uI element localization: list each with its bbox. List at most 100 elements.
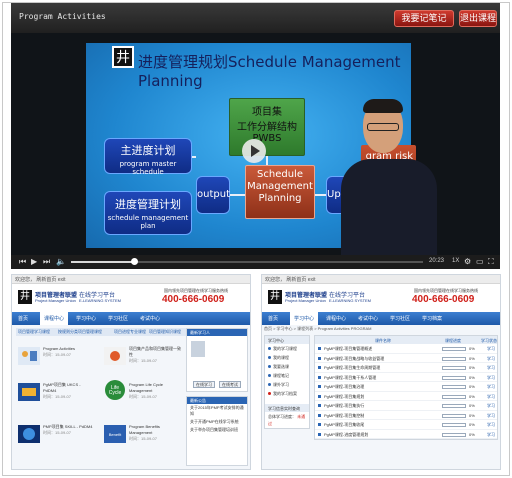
table-row[interactable]: PgMP课程-项目集干系人管理 0% 学习	[315, 373, 497, 382]
video-area[interactable]: 井 进度管理规划Schedule Management Planning 项目集…	[11, 33, 500, 255]
lesson-name[interactable]: PgMP课程-项目集治理	[324, 384, 364, 390]
notice-item[interactable]: 关于2015年PMP考试安排的通知	[187, 404, 247, 418]
nav-learning-center[interactable]: 学习中心	[290, 312, 319, 325]
svg-text:Cycle: Cycle	[109, 390, 122, 396]
panel-item[interactable]: 我要选课	[265, 362, 309, 371]
lesson-study-link[interactable]: 学习	[487, 432, 495, 438]
course-thumbnail[interactable]: Benefit	[104, 425, 126, 443]
lesson-percent: 0%	[469, 393, 475, 399]
lesson-name[interactable]: PgMP课程-项目集战略与收益管理	[324, 356, 384, 362]
nav-archive[interactable]: 学习档案	[422, 315, 442, 322]
table-row[interactable]: PgMP课程-项目集规划 0% 学习	[315, 392, 497, 401]
learning-center-screenshot: 欢迎您， 刷新首页 exit 井 项目管理者联盟 Project Manager…	[261, 274, 501, 470]
lesson-study-link[interactable]: 学习	[487, 413, 495, 419]
arrow-connector	[315, 194, 326, 196]
play-icon[interactable]	[242, 139, 266, 163]
online-exam-button[interactable]: 在线考试	[219, 381, 241, 388]
breadcrumb: 首页 > 学习中心 > 课程列表 > Program Activities PR…	[264, 326, 372, 331]
lesson-name[interactable]: PgMP课程-项目集干系人管理	[324, 375, 376, 381]
lesson-progress-bar	[442, 356, 466, 361]
nav-exam-center[interactable]: 考试中心	[140, 315, 160, 322]
panel-item[interactable]: 我的课程	[265, 353, 309, 362]
panel-item[interactable]: 课程笔记	[265, 371, 309, 380]
course-item[interactable]: Program Benefits Management 时间：15-09-07	[129, 424, 184, 442]
nav-community[interactable]: 学习社区	[108, 315, 128, 322]
course-item[interactable]: PMP项目集 SKILL - PdDM4 时间：15-09-07	[43, 424, 93, 436]
lesson-name[interactable]: PgMP课程-项目集控制	[324, 413, 364, 419]
picture-in-picture-icon[interactable]: ▭	[476, 258, 484, 266]
lesson-name[interactable]: PgMP课程-进度管理规划	[324, 432, 368, 438]
lesson-study-link[interactable]: 学习	[487, 375, 495, 381]
lesson-study-link[interactable]: 学习	[487, 403, 495, 409]
exit-course-button[interactable]: 退出课程	[459, 10, 497, 27]
table-row[interactable]: PgMP课程-项目集管理概述 0% 学习	[315, 344, 497, 354]
site-header: 井 项目管理者联盟 Project Manager Union 在线学习平台 E…	[262, 284, 500, 312]
nav-home[interactable]: 首页	[18, 315, 28, 322]
table-row[interactable]: PgMP课程-项目集收尾 0% 学习	[315, 420, 497, 430]
output-box: output	[196, 176, 230, 214]
lesson-name[interactable]: PgMP课程-项目集执行	[324, 403, 364, 409]
forward-icon[interactable]: ⏭	[43, 258, 50, 266]
lesson-study-link[interactable]: 学习	[487, 365, 495, 371]
table-row[interactable]: PgMP课程-项目集执行 0% 学习	[315, 401, 497, 411]
lesson-study-link[interactable]: 学习	[487, 422, 495, 428]
tab-course-3[interactable]: 项目进程专业课程	[114, 329, 146, 335]
lesson-name[interactable]: PgMP课程-项目集收尾	[324, 422, 364, 428]
tab-course-4[interactable]: 项目管理知识课程	[149, 329, 181, 335]
tab-course-2[interactable]: 按规则分类项目管理课程	[58, 329, 102, 335]
speed-display[interactable]: 1X	[452, 258, 459, 264]
tab-course-1[interactable]: 项目管理学习课程	[18, 329, 50, 335]
course-center-screenshot: 欢迎您， 刷新首页 exit 井 项目管理者联盟 Project Manager…	[11, 274, 251, 470]
take-notes-button[interactable]: 我要记笔记	[394, 10, 454, 27]
nav-home[interactable]: 首页	[268, 315, 278, 322]
slide-title: 进度管理规划Schedule Management Planning	[138, 53, 401, 90]
nav-learning-center[interactable]: 学习中心	[76, 315, 96, 322]
lesson-name[interactable]: PgMP课程-项目集规划	[324, 394, 364, 400]
lesson-study-link[interactable]: 学习	[487, 384, 495, 390]
progress-track[interactable]	[71, 258, 423, 265]
progress-handle[interactable]	[131, 258, 139, 265]
lesson-progress-bar	[442, 385, 466, 389]
nav-course-center[interactable]: 课程中心	[326, 315, 346, 322]
table-row[interactable]: PgMP课程-项目集战略与收益管理 0% 学习	[315, 354, 497, 363]
online-learning-button[interactable]: 在线学习	[193, 381, 215, 388]
course-item[interactable]: Program Activities 时间：15-09-07	[43, 346, 93, 358]
panel-item[interactable]: 课外学习	[265, 380, 309, 389]
course-item[interactable]: PgMP项目集 UKCS -PdDM4 时间：15-09-07	[43, 382, 93, 400]
course-thumbnail[interactable]	[104, 347, 126, 365]
lesson-icon	[318, 404, 321, 407]
table-row[interactable]: PgMP课程-项目集控制 0% 学习	[315, 411, 497, 420]
notice-item[interactable]: 关于举办项目集管理培训班	[187, 426, 247, 434]
nav-community[interactable]: 学习社区	[390, 315, 410, 322]
fullscreen-icon[interactable]: ⛶	[488, 258, 494, 266]
panel-item[interactable]: 我的学习课程	[265, 344, 309, 353]
nav-course-center[interactable]: 课程中心	[40, 312, 69, 325]
lesson-study-link[interactable]: 学习	[487, 346, 495, 352]
lesson-name[interactable]: PgMP课程-项目集生命周期管理	[324, 365, 380, 371]
lesson-name[interactable]: PgMP课程-项目集管理概述	[324, 346, 372, 352]
play-pause-icon[interactable]: ▶	[31, 258, 37, 266]
course-thumbnail[interactable]: LifeCycle	[104, 379, 126, 401]
table-row[interactable]: PgMP课程-项目集治理 0% 学习	[315, 382, 497, 392]
table-row[interactable]: PgMP课程-进度管理规划 0% 学习	[315, 430, 497, 439]
course-thumbnail[interactable]	[18, 347, 40, 365]
pwbs-box: 项目集 工作分解结构 PWBS	[229, 98, 305, 156]
lesson-study-link[interactable]: 学习	[487, 356, 495, 362]
lesson-progress-bar	[442, 423, 466, 427]
panel-item[interactable]: 我的学习档案	[265, 389, 309, 398]
notice-item[interactable]: 关于开通PMP在线学习系统	[187, 418, 247, 426]
lesson-progress-bar	[442, 375, 466, 380]
table-row[interactable]: PgMP课程-项目集生命周期管理 0% 学习	[315, 363, 497, 373]
settings-icon[interactable]: ⚙	[464, 258, 471, 266]
course-item[interactable]: Program Life Cycle Management 时间：15-09-07	[129, 382, 184, 400]
nav-exam-center[interactable]: 考试中心	[358, 315, 378, 322]
lesson-percent: 0%	[469, 355, 475, 361]
lesson-study-link[interactable]: 学习	[487, 394, 495, 400]
rewind-icon[interactable]: ⏮	[19, 258, 26, 266]
lesson-progress-bar	[442, 347, 466, 351]
course-thumbnail[interactable]	[18, 383, 40, 401]
volume-icon[interactable]: 🔈	[56, 258, 66, 266]
list-header: 课件名称 课程进度 学习状态	[315, 336, 497, 344]
course-item[interactable]: 项目集产品和项目集管理一致性 时间：15-09-07	[129, 346, 184, 364]
course-thumbnail[interactable]	[18, 425, 40, 443]
